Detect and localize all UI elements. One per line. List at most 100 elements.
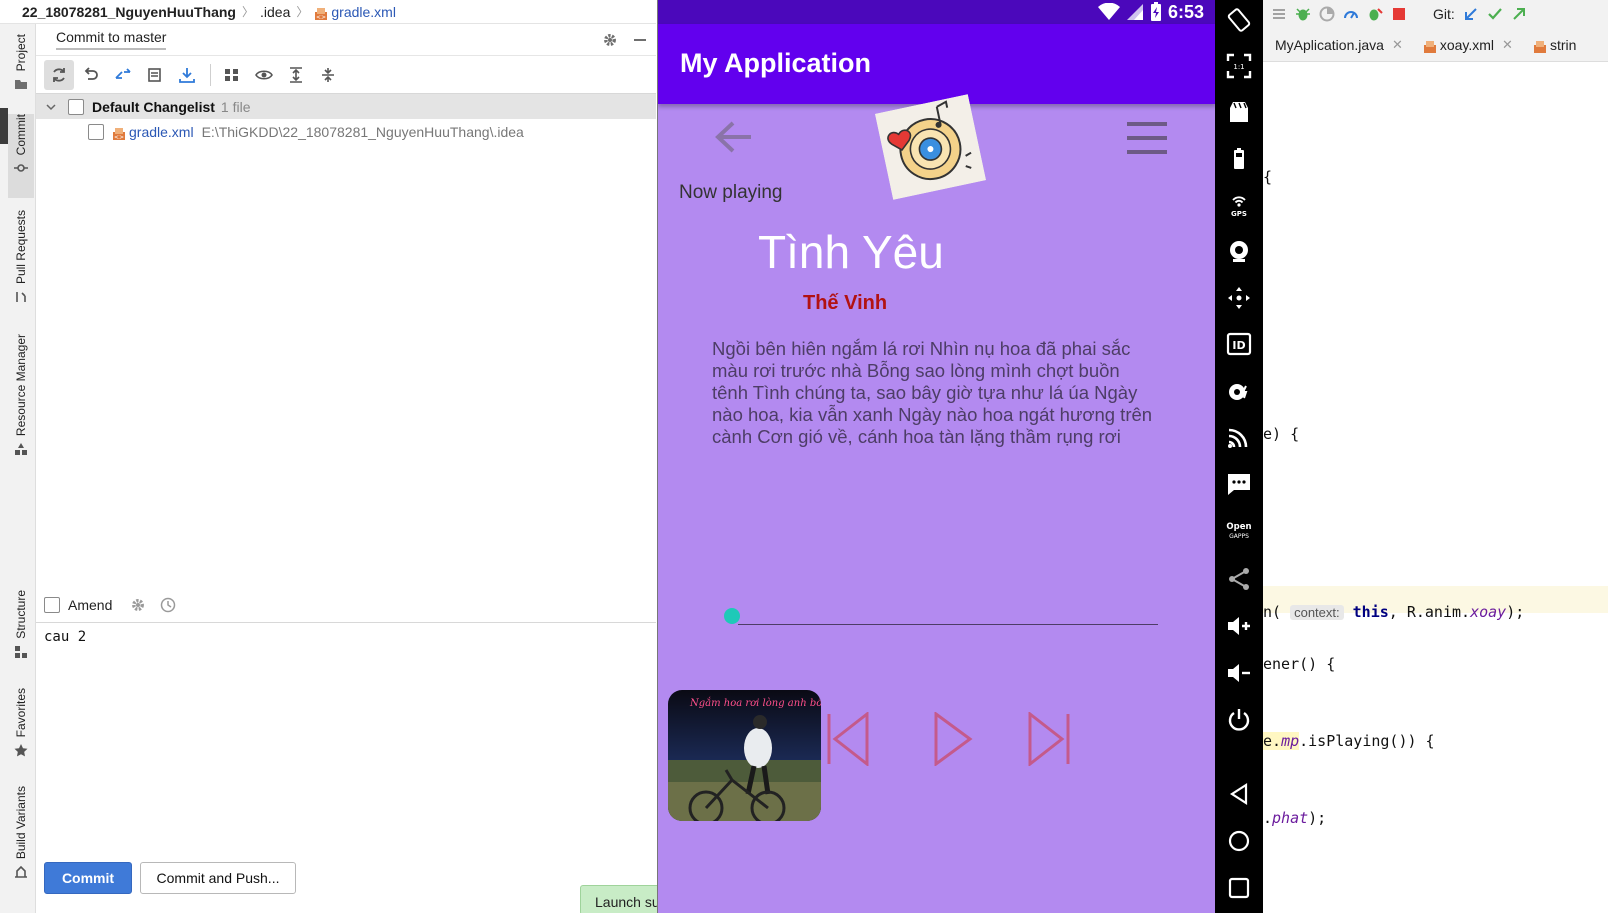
cast-button[interactable]	[1223, 421, 1255, 453]
next-button[interactable]	[1026, 712, 1074, 766]
opengapps-button[interactable]: Open GAPPS	[1223, 514, 1255, 546]
app-bar: My Application	[658, 24, 1215, 104]
gear-icon[interactable]	[130, 597, 146, 613]
opengapps-icon: OpenGAPPS	[1226, 522, 1251, 540]
update-button[interactable]	[172, 60, 202, 90]
code-line[interactable]: e.mp.isPlaying()) {	[1263, 732, 1435, 750]
rollback-button[interactable]	[76, 60, 106, 90]
menu-icon[interactable]	[1127, 122, 1167, 154]
breadcrumb-folder[interactable]: .idea	[260, 4, 290, 20]
tab-resource-manager[interactable]: Resource Manager	[8, 334, 34, 469]
chevron-down-icon[interactable]	[44, 100, 58, 114]
dpad-button[interactable]	[1223, 282, 1255, 314]
nav-home-button[interactable]	[1223, 825, 1255, 857]
camera-button[interactable]	[1223, 235, 1255, 267]
minimize-icon[interactable]	[632, 32, 648, 48]
profiler-icon[interactable]	[1343, 6, 1359, 22]
gps-icon: GPS	[1231, 196, 1247, 218]
git-push-icon[interactable]	[1511, 6, 1527, 22]
tab-pull-requests[interactable]: Pull Requests	[8, 210, 34, 310]
tab-xoay-xml[interactable]: xoay.xml ✕	[1411, 37, 1521, 53]
code-line[interactable]: {	[1263, 168, 1272, 186]
stop-icon[interactable]	[1391, 6, 1407, 22]
message-button[interactable]	[1223, 468, 1255, 500]
volume-up-button[interactable]	[1223, 610, 1255, 642]
changelist-button[interactable]	[140, 60, 170, 90]
collapse-all-icon	[322, 67, 334, 82]
battery-icon	[1234, 148, 1244, 169]
svg-text:1:1: 1:1	[1233, 63, 1244, 71]
changelist-file-count: 1 file	[220, 98, 251, 115]
gear-icon[interactable]	[602, 32, 618, 48]
tab-strings-xml[interactable]: strin	[1521, 37, 1584, 53]
group-by-button[interactable]	[217, 60, 247, 90]
commit-panel-title[interactable]: Commit to master	[56, 29, 167, 50]
code-line[interactable]: ener() {	[1263, 655, 1335, 673]
file-row[interactable]: <> gradle.xml E:\ThiGKDD\22_18078281_Ngu…	[36, 119, 656, 144]
xml-file-icon: <>	[113, 127, 125, 141]
amend-label[interactable]: Amend	[68, 597, 112, 613]
id-button[interactable]: ID	[1223, 328, 1255, 360]
code-editor: Git: MyAplication.java ✕ xoay.xml ✕ strin …	[1263, 0, 1608, 913]
seekbar-thumb[interactable]	[724, 608, 740, 624]
nav-back-button[interactable]	[1223, 778, 1255, 810]
close-icon[interactable]: ✕	[1392, 37, 1403, 53]
code-line[interactable]: .phat);	[1263, 809, 1326, 827]
undo-icon	[84, 66, 98, 80]
commit-message-input[interactable]: cau 2	[36, 622, 656, 852]
back-arrow-icon[interactable]	[713, 119, 753, 155]
file-checkbox[interactable]	[88, 123, 104, 140]
attach-debugger-icon[interactable]	[1367, 6, 1383, 22]
collapse-all-button[interactable]	[313, 60, 343, 90]
fingerprint-icon	[1229, 384, 1248, 400]
svg-text:<>: <>	[316, 14, 326, 21]
commit-button[interactable]: Commit	[44, 862, 132, 894]
refresh-button[interactable]	[44, 59, 74, 90]
breadcrumb-project[interactable]: 22_18078281_NguyenHuuThang	[22, 4, 236, 20]
svg-text:ID: ID	[1232, 339, 1245, 352]
battery-button[interactable]	[1223, 143, 1255, 175]
tab-myaplication-java[interactable]: MyAplication.java ✕	[1263, 37, 1411, 53]
tab-build-variants[interactable]: Build Variants	[8, 786, 34, 886]
screen: 22_18078281_NguyenHuuThang 〉 .idea 〉 <> …	[0, 0, 1608, 913]
camera-icon	[1230, 241, 1248, 262]
play-button[interactable]	[932, 712, 974, 766]
gps-button[interactable]: GPS	[1223, 189, 1255, 221]
nav-overview-button[interactable]	[1223, 872, 1255, 904]
git-commit-check-icon[interactable]	[1487, 6, 1503, 22]
tab-structure[interactable]: Structure	[8, 590, 34, 666]
cast-icon	[1228, 428, 1248, 448]
list-icon[interactable]	[1271, 6, 1287, 22]
debug-bug-icon[interactable]	[1295, 6, 1311, 22]
amend-checkbox[interactable]	[44, 597, 60, 613]
tab-commit[interactable]: Commit	[8, 114, 34, 198]
code-line[interactable]: n( context: this, R.anim.xoay);	[1263, 603, 1524, 621]
chevron-right-icon: 〉	[296, 5, 309, 19]
rotate-button[interactable]	[1223, 4, 1255, 36]
view-options-button[interactable]	[249, 60, 279, 90]
breadcrumb-file[interactable]: gradle.xml	[331, 4, 396, 20]
expand-all-button[interactable]	[281, 60, 311, 90]
seekbar-track[interactable]	[738, 624, 1158, 625]
power-button[interactable]	[1223, 704, 1255, 736]
fullscreen-button[interactable]: 1:1	[1223, 50, 1255, 82]
artist-name: Thế Vinh	[803, 292, 888, 314]
share-button[interactable]	[1223, 563, 1255, 595]
history-icon[interactable]	[160, 597, 176, 613]
show-diff-button[interactable]	[108, 60, 138, 90]
tab-project[interactable]: Project	[8, 34, 34, 108]
volume-down-button[interactable]	[1223, 657, 1255, 689]
tab-favorites[interactable]: Favorites	[8, 688, 34, 764]
coverage-icon[interactable]	[1319, 6, 1335, 22]
changelist-row[interactable]: Default Changelist 1 file	[36, 94, 656, 119]
screenshot-button[interactable]	[1223, 96, 1255, 128]
previous-button[interactable]	[823, 712, 873, 766]
code-line[interactable]: e) {	[1263, 425, 1299, 443]
git-update-icon[interactable]	[1463, 6, 1479, 22]
file-name: gradle.xml	[129, 123, 194, 140]
changelist-checkbox[interactable]	[68, 98, 84, 115]
commit-and-push-button[interactable]: Commit and Push...	[140, 862, 296, 894]
fingerprint-button[interactable]	[1223, 375, 1255, 407]
close-icon[interactable]: ✕	[1502, 37, 1513, 53]
launch-toast[interactable]: Launch su	[580, 885, 660, 913]
